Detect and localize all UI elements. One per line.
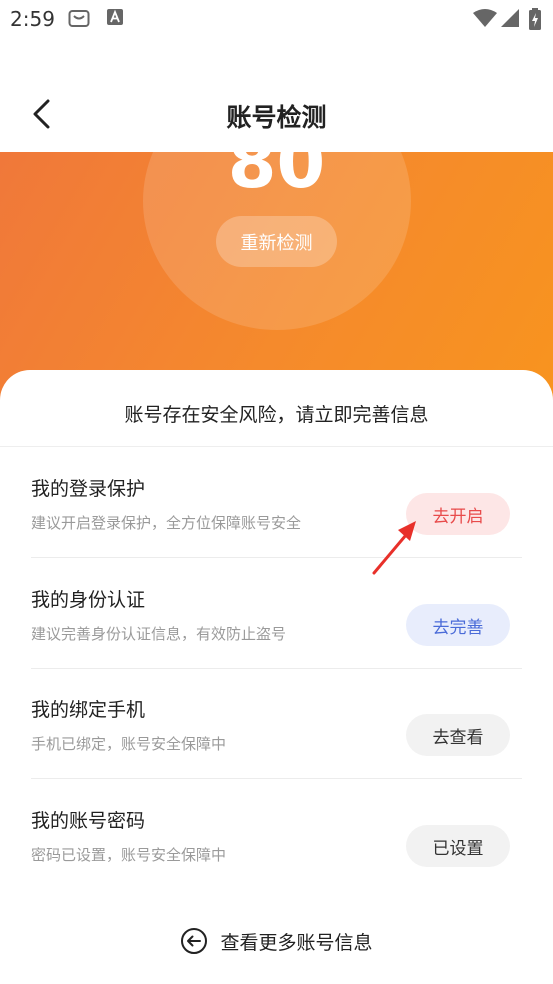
page-title: 账号检测	[226, 103, 327, 132]
wifi-icon	[472, 8, 498, 28]
enable-login-protection-button[interactable]: 去开启	[406, 493, 510, 535]
view-phone-button[interactable]: 去查看	[406, 714, 510, 756]
divider	[31, 557, 522, 558]
list-item-login-protection[interactable]: 我的登录保护 建议开启登录保护，全方位保障账号安全 去开启	[31, 448, 522, 558]
arrow-left-circle-icon	[181, 928, 208, 954]
complete-identity-button[interactable]: 去完善	[406, 604, 510, 646]
divider	[31, 778, 522, 779]
item-title: 我的登录保护	[31, 478, 146, 500]
risk-warning-text: 账号存在安全风险，请立即完善信息	[124, 404, 429, 426]
list-item-account-password[interactable]: 我的账号密码 密码已设置，账号安全保障中 已设置	[31, 780, 522, 890]
more-account-info-link[interactable]: 查看更多账号信息	[0, 926, 553, 956]
security-items-sheet: 账号存在安全风险，请立即完善信息 我的登录保护 建议开启登录保护，全方位保障账号…	[0, 370, 553, 984]
security-score: 80	[227, 152, 326, 204]
status-bar: 2:59	[0, 0, 553, 38]
pointer-arrow-icon	[372, 521, 416, 575]
list-item-identity-verification[interactable]: 我的身份认证 建议完善身份认证信息，有效防止盗号 去完善	[31, 559, 522, 669]
item-subtitle: 手机已绑定，账号安全保障中	[31, 735, 227, 753]
item-title: 我的身份认证	[31, 589, 146, 611]
item-subtitle: 建议开启登录保护，全方位保障账号安全	[31, 514, 302, 532]
divider	[0, 446, 553, 447]
battery-charging-icon	[528, 8, 542, 30]
status-time: 2:59	[10, 7, 55, 31]
signal-icon	[500, 8, 522, 28]
item-title: 我的账号密码	[31, 810, 146, 832]
more-account-info-label: 查看更多账号信息	[220, 931, 373, 954]
bag-icon	[68, 8, 90, 28]
font-a-icon	[106, 8, 128, 28]
recheck-button[interactable]: 重新检测	[216, 216, 337, 267]
item-title: 我的绑定手机	[31, 699, 146, 721]
list-item-bound-phone[interactable]: 我的绑定手机 手机已绑定，账号安全保障中 去查看	[31, 669, 522, 779]
item-subtitle: 密码已设置，账号安全保障中	[31, 846, 227, 864]
password-set-button[interactable]: 已设置	[406, 825, 510, 867]
item-subtitle: 建议完善身份认证信息，有效防止盗号	[31, 625, 287, 643]
nav-bar: 账号检测	[0, 38, 553, 152]
